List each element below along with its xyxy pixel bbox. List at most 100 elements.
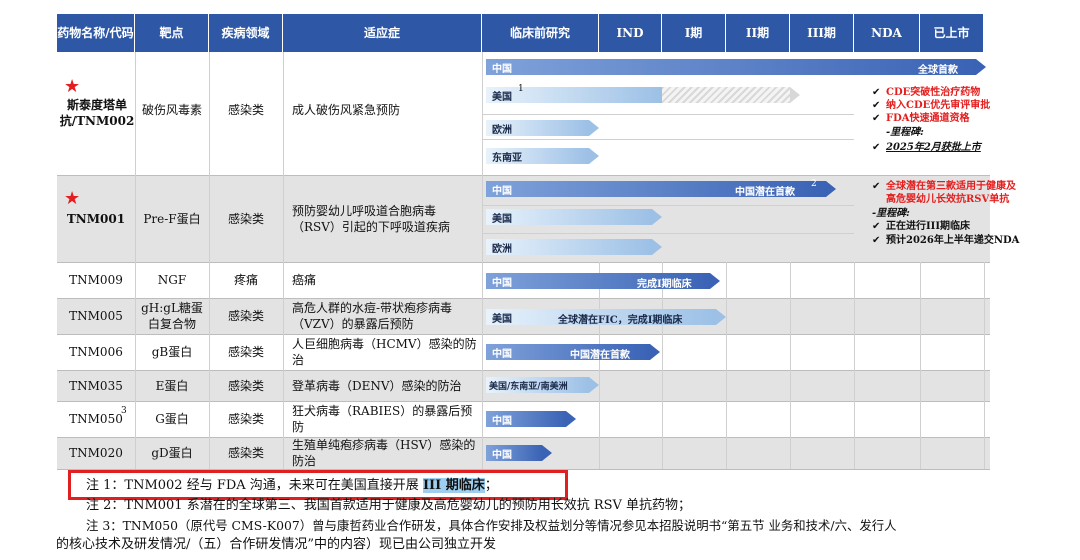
bar-label-tnm006: 中国潜在首款 bbox=[570, 350, 630, 361]
bar-label-tnm005: 全球潜在FIC，完成I期临床 bbox=[558, 315, 683, 326]
subrow-divider bbox=[482, 233, 854, 234]
target-tnm020: gD蛋白 bbox=[151, 446, 193, 460]
disease-tnm020: 感染类 bbox=[227, 446, 264, 460]
disease-tnm005: 感染类 bbox=[227, 309, 264, 323]
note-tnm002-4: -里程碑: bbox=[886, 127, 924, 138]
indication-tnm001: 预防婴幼儿呼吸道合胞病毒（RSV）引起的下呼吸道疾病 bbox=[292, 204, 450, 234]
drug-name-tnm001: TNM001 bbox=[66, 212, 126, 226]
drug-name-tnm002: 斯泰度塔单抗/TNM002 bbox=[59, 98, 135, 128]
column-divider bbox=[984, 262, 985, 469]
note-tnm001-2: 高危婴幼儿长效抗RSV单抗 bbox=[886, 194, 1010, 205]
indication-tnm005: 高危人群的水痘-带状疱疹病毒（VZV）的暴露后预防 bbox=[292, 301, 453, 331]
bar-label-tnm001-china: 中国潜在首款 bbox=[735, 187, 795, 198]
indication-tnm035: 登革病毒（DENV）感染的防治 bbox=[292, 378, 462, 393]
star-icon: ★ bbox=[64, 76, 81, 97]
bar-tnm050: 中国 bbox=[486, 411, 566, 427]
indication-tnm009: 癌痛 bbox=[292, 273, 317, 287]
note-tnm002-5: ✔ 2025年2月获批上市 bbox=[872, 142, 981, 153]
bar-tnm002-usa-planned bbox=[662, 87, 790, 103]
disease-tnm009: 疼痛 bbox=[233, 273, 258, 287]
indication-tnm002: 成人破伤风紧急预防 bbox=[292, 103, 401, 117]
bar-tnm020: 中国 bbox=[486, 445, 542, 461]
footnote-ref-1: 1 bbox=[518, 84, 524, 94]
disease-tnm006: 感染类 bbox=[227, 345, 264, 359]
drug-name-tnm006: TNM006 bbox=[69, 345, 123, 359]
indication-tnm050: 狂犬病毒（RABIES）的暴露后预防 bbox=[292, 404, 473, 434]
note-tnm001-1: ✔ 全球潜在第三款适用于健康及 bbox=[872, 181, 1016, 192]
bar-tip bbox=[710, 273, 720, 289]
bar-tip bbox=[790, 87, 800, 103]
drug-name-tnm005: TNM005 bbox=[69, 309, 123, 323]
note-tnm002-2: ✔ 纳入CDE优先审评审批 bbox=[872, 100, 991, 111]
bar-tnm002-sea: 东南亚 bbox=[486, 148, 589, 164]
column-divider bbox=[599, 262, 600, 469]
bar-tnm002-china: 中国 bbox=[486, 59, 976, 75]
bar-tip bbox=[589, 120, 599, 136]
target-tnm006: gB蛋白 bbox=[151, 345, 193, 359]
target-tnm009: NGF bbox=[157, 273, 187, 287]
note-tnm002-3: ✔ FDA快速通道资格 bbox=[872, 113, 970, 124]
footnote-2: 注 2：TNM001 系潜在的全球第三、我国首款适用于健康及高危婴幼儿的预防用长… bbox=[86, 498, 692, 513]
bar-tnm001-usa: 美国 bbox=[486, 209, 652, 225]
bar-label-tnm002-china: 全球首款 bbox=[918, 65, 958, 76]
bar-tnm001-europe: 欧洲 bbox=[486, 239, 652, 255]
footnote-ref-2: 2 bbox=[811, 179, 817, 189]
disease-tnm035: 感染类 bbox=[227, 378, 264, 393]
bar-tip bbox=[566, 411, 576, 427]
subrow-divider bbox=[482, 205, 854, 206]
annotation-highlight-box bbox=[68, 470, 568, 500]
bar-tip bbox=[589, 377, 599, 393]
target-tnm050: G蛋白 bbox=[155, 412, 189, 426]
subrow-divider bbox=[482, 139, 854, 140]
indication-tnm006: 人巨细胞病毒（HCMV）感染的防治 bbox=[292, 337, 477, 367]
bar-tip bbox=[650, 344, 660, 360]
bar-tip bbox=[652, 239, 662, 255]
note-tnm001-3: -里程碑: bbox=[872, 208, 910, 219]
header-indication: 适应症 bbox=[283, 14, 482, 52]
bar-tip bbox=[589, 148, 599, 164]
bar-tnm002-europe: 欧洲 bbox=[486, 120, 589, 136]
bar-tip bbox=[826, 181, 836, 197]
column-divider bbox=[790, 262, 791, 469]
target-tnm035: E蛋白 bbox=[155, 378, 189, 393]
header-target: 靶点 bbox=[135, 14, 209, 52]
bar-tip bbox=[716, 309, 726, 325]
header-phase2: II期 bbox=[726, 14, 790, 52]
header-preclinical: 临床前研究 bbox=[482, 14, 599, 52]
drug-name-tnm009: TNM009 bbox=[69, 273, 123, 287]
target-tnm001: Pre-F蛋白 bbox=[143, 212, 201, 226]
bar-label-tnm009: 完成I期临床 bbox=[637, 279, 692, 290]
column-divider bbox=[920, 262, 921, 469]
indication-tnm020: 生殖单纯疱疹病毒（HSV）感染的防治 bbox=[292, 438, 476, 468]
disease-tnm001: 感染类 bbox=[227, 212, 264, 226]
note-tnm001-4: ✔ 正在进行III期临床 bbox=[872, 221, 971, 232]
drug-name-tnm035: TNM035 bbox=[69, 378, 123, 393]
row-divider bbox=[57, 175, 990, 176]
bar-tip bbox=[976, 59, 986, 75]
column-divider bbox=[662, 262, 663, 469]
drug-name-tnm020: TNM020 bbox=[69, 446, 123, 460]
header-disease: 疾病领域 bbox=[209, 14, 283, 52]
header-nda: NDA bbox=[854, 14, 920, 52]
note-tnm002-1: ✔ CDE突破性治疗药物 bbox=[872, 87, 981, 98]
bar-tip bbox=[542, 445, 552, 461]
footnote-ref-3: 3 bbox=[121, 406, 127, 416]
header-drug: 药物名称/代码 bbox=[57, 14, 135, 52]
header-phase1: I期 bbox=[662, 14, 726, 52]
footnote-3-line2: 的核心技术及研发情况/（五）合作研发情况”中的内容）现已由公司独立开发 bbox=[56, 537, 497, 552]
header-phase3: III期 bbox=[790, 14, 854, 52]
target-tnm002: 破伤风毒素 bbox=[141, 103, 202, 117]
star-icon: ★ bbox=[64, 188, 81, 209]
column-divider bbox=[854, 262, 855, 469]
footnote-3-line1: 注 3：TNM050（原代号 CMS-K007）曾与康哲药业合作研发，具体合作安… bbox=[86, 518, 897, 533]
column-divider bbox=[283, 52, 284, 469]
bar-tnm002-usa: 美国 bbox=[486, 87, 662, 103]
bar-tip bbox=[652, 209, 662, 225]
subrow-divider bbox=[482, 114, 854, 115]
target-tnm005: gH:gL糖蛋白复合物 bbox=[141, 301, 203, 331]
header-ind: IND bbox=[599, 14, 662, 52]
note-tnm001-5: ✔ 预计2026年上半年递交NDA bbox=[872, 235, 1020, 246]
bar-tnm035: 美国/东南亚/南美洲 bbox=[486, 377, 589, 393]
disease-tnm050: 感染类 bbox=[227, 412, 264, 426]
header-marketed: 已上市 bbox=[920, 14, 984, 52]
